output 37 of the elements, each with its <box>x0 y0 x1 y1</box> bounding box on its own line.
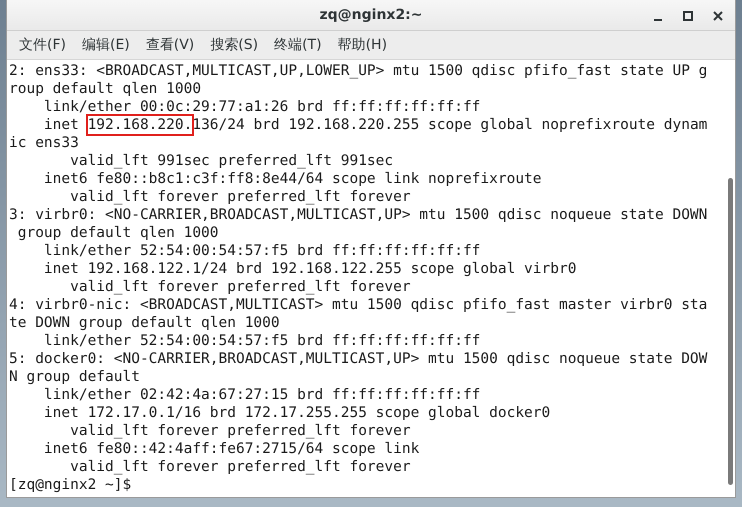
terminal-line: 3: virbr0: <NO-CARRIER,BROADCAST,MULTICAST,UP> mtu 1500 qdisc noqueue state DOWN <box>9 207 708 223</box>
terminal-line: 5: docker0: <NO-CARRIER,BROADCAST,MULTICAST,UP> mtu 1500 qdisc noqueue state DOW <box>9 351 708 367</box>
menu-item[interactable]: 搜索(S) <box>202 36 266 54</box>
terminal-line: inet6 fe80::42:4aff:fe67:2715/64 scope link <box>42 441 420 457</box>
terminal-line: valid_lft forever preferred_lft forever <box>69 189 411 205</box>
terminal-line: roup default qlen 1000 <box>9 81 202 97</box>
terminal-text: 136/24 brd 192.168.220.255 scope global noprefixroute dynam <box>192 117 708 133</box>
close-icon <box>713 10 723 20</box>
terminal-line: link/ether 00:0c:29:77:a1:26 brd ff:ff:ff:ff:ff:ff <box>42 99 480 115</box>
menu-item[interactable]: 终端(T) <box>266 36 330 54</box>
terminal-line: link/ether 52:54:00:54:57:f5 brd ff:ff:ff:ff:ff:ff <box>42 333 480 349</box>
maximize-icon <box>683 10 693 20</box>
window-title: zq@nginx2:~ <box>319 7 423 23</box>
terminal-line: valid_lft 991sec preferred_lft 991sec <box>69 153 394 169</box>
terminal-line: valid_lft forever preferred_lft forever <box>69 423 411 439</box>
terminal-line: 4: virbr0-nic: <BROADCAST,MULTICAST> mtu 1500 qdisc pfifo_fast master virbr0 sta <box>9 297 708 313</box>
terminal-line: link/ether 02:42:4a:67:27:15 brd ff:ff:ff:ff:ff:ff <box>42 387 480 403</box>
terminal-line: link/ether 52:54:00:54:57:f5 brd ff:ff:ff:ff:ff:ff <box>42 243 480 259</box>
shell-prompt: [zq@nginx2 ~]$ <box>9 477 132 493</box>
terminal-line: valid_lft forever preferred_lft forever <box>69 459 411 475</box>
terminal-line: valid_lft forever preferred_lft forever <box>69 279 411 295</box>
terminal-line: inet 192.168.122.1/24 brd 192.168.122.255 scope global virbr0 <box>42 261 576 277</box>
terminal-line: inet6 fe80::b8c1:c3f:ff8:8e44/64 scope link noprefixroute <box>42 171 542 187</box>
terminal-line: inet 172.17.0.1/16 brd 172.17.255.255 scope global docker0 <box>42 405 550 421</box>
menu-item[interactable]: 编辑(E) <box>74 36 138 54</box>
terminal-line: N group default <box>9 369 140 385</box>
scrollbar-thumb[interactable] <box>728 178 733 485</box>
terminal-line: ic ens33 <box>9 135 79 151</box>
minimize-icon <box>654 18 662 20</box>
menu-item[interactable]: 查看(V) <box>138 36 202 54</box>
terminal-text: inet <box>42 117 80 133</box>
menu-item[interactable]: 帮助(H) <box>330 36 396 54</box>
terminal-line: 2: ens33: <BROADCAST,MULTICAST,UP,LOWER_UP> mtu 1500 qdisc pfifo_fast state UP g <box>9 63 708 79</box>
menu-item[interactable]: 文件(F) <box>11 36 74 54</box>
terminal-line: te DOWN group default qlen 1000 <box>9 315 280 331</box>
terminal-line: group default qlen 1000 <box>16 225 219 241</box>
highlighted-text: 192.168.220. <box>88 116 192 134</box>
